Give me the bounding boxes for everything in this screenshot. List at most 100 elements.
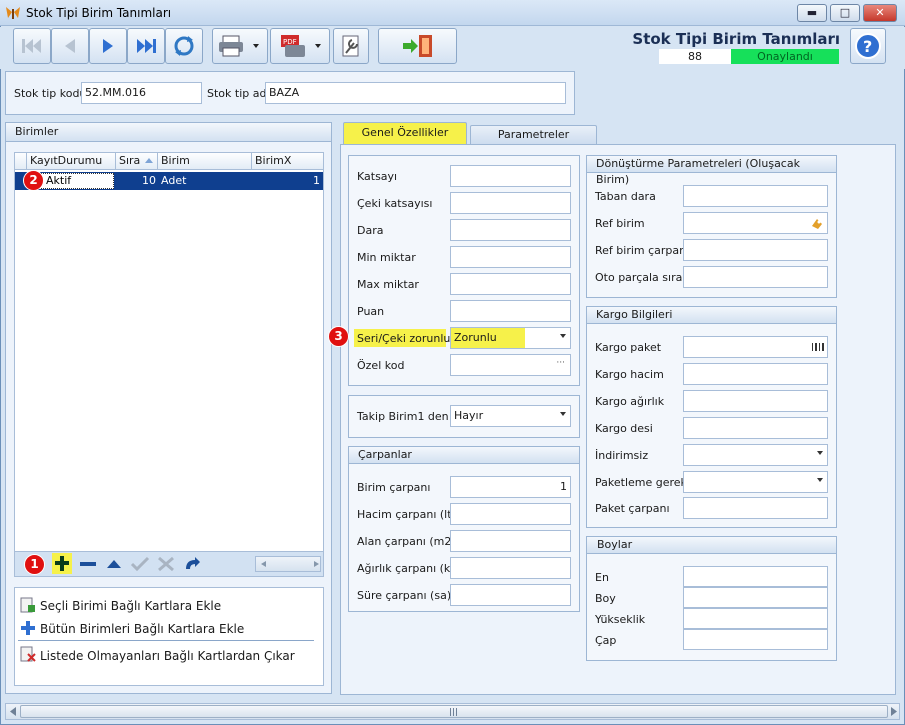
- add-all-icon: [21, 621, 35, 635]
- scroll-right-icon[interactable]: [889, 706, 899, 717]
- alan-carpani-input[interactable]: [450, 530, 571, 552]
- takip-value: Hayır: [454, 409, 484, 422]
- close-button[interactable]: ✕: [863, 4, 897, 22]
- tab-parametreler[interactable]: Parametreler: [470, 125, 597, 144]
- min-miktar-label: Min miktar: [357, 251, 416, 264]
- min-miktar-input[interactable]: [450, 246, 571, 268]
- ref-birim-carpani-input[interactable]: [683, 239, 828, 261]
- ref-birim-input[interactable]: [683, 212, 828, 234]
- first-record-button[interactable]: [13, 28, 51, 64]
- sure-carpani-input[interactable]: [450, 584, 571, 606]
- record-number: 88: [659, 49, 731, 64]
- oto-parca-sira-input[interactable]: [683, 266, 828, 288]
- chevron-down-icon: [817, 478, 823, 482]
- column-birim[interactable]: Birim: [158, 153, 252, 170]
- seri-ceki-select[interactable]: Zorunlu: [450, 327, 571, 349]
- previous-record-button[interactable]: [51, 28, 89, 64]
- print-button[interactable]: [212, 28, 268, 64]
- puan-label: Puan: [357, 305, 385, 318]
- yukseklik-input[interactable]: [683, 608, 828, 629]
- confirm-icon[interactable]: [130, 555, 150, 573]
- scroll-thumb[interactable]: [20, 705, 888, 718]
- annotation-badge-1: 1: [24, 554, 45, 575]
- paket-carpani-input[interactable]: [683, 497, 828, 519]
- takip-select[interactable]: Hayır: [450, 405, 571, 427]
- kargo-hacim-label: Kargo hacim: [595, 368, 664, 381]
- birim-carpani-input[interactable]: 1: [450, 476, 571, 498]
- ozel-kod-label: Özel kod: [357, 359, 405, 372]
- indirimsiz-select[interactable]: [683, 444, 828, 466]
- next-icon: [103, 39, 113, 53]
- katsayi-input[interactable]: [450, 165, 571, 187]
- page-title: Stok Tipi Birim Tanımları: [632, 30, 840, 48]
- help-button[interactable]: ?: [850, 28, 886, 64]
- kargo-paket-input[interactable]: [683, 336, 828, 358]
- printer-icon: [219, 35, 259, 57]
- oto-parca-sira-label: Oto parçala sıra: [595, 271, 683, 284]
- birimler-grid: [14, 152, 324, 577]
- hacim-carpani-input[interactable]: [450, 503, 571, 525]
- boy-input[interactable]: [683, 587, 828, 608]
- last-record-button[interactable]: [127, 28, 165, 64]
- en-input[interactable]: [683, 566, 828, 587]
- birimler-title: Birimler: [6, 123, 331, 142]
- minimize-button[interactable]: ▬: [797, 4, 827, 22]
- cell-sira: 10: [142, 174, 156, 187]
- scroll-left-icon[interactable]: [8, 706, 18, 717]
- stok-tip-kodu-label: Stok tip kodu: [14, 87, 87, 100]
- kargo-agirlik-input[interactable]: [683, 390, 828, 412]
- chevron-down-icon: [560, 412, 566, 416]
- divider: [18, 640, 314, 641]
- remove-row-icon[interactable]: [78, 555, 98, 573]
- ceki-katsayisi-input[interactable]: [450, 192, 571, 214]
- kargo-hacim-input[interactable]: [683, 363, 828, 385]
- settings-button[interactable]: [333, 28, 369, 64]
- cell-birim: Adet: [161, 174, 187, 187]
- add-all-to-cards-link[interactable]: Bütün Birimleri Bağlı Kartlara Ekle: [40, 622, 244, 636]
- ellipsis-button[interactable]: ···: [556, 353, 565, 373]
- cap-input[interactable]: [683, 629, 828, 650]
- ceki-katsayisi-label: Çeki katsayısı: [357, 197, 433, 210]
- grid-indicator-header: [15, 153, 27, 170]
- ref-birim-label: Ref birim: [595, 217, 645, 230]
- column-sira[interactable]: Sıra: [116, 153, 158, 170]
- stok-tip-adi-input[interactable]: BAZA: [265, 82, 566, 104]
- ozel-kod-input[interactable]: ···: [450, 354, 571, 376]
- pdf-export-button[interactable]: PDF: [270, 28, 330, 64]
- agirlik-carpani-input[interactable]: [450, 557, 571, 579]
- svg-text:?: ?: [863, 37, 872, 56]
- tab-genel-ozellikler[interactable]: Genel Özellikler: [343, 122, 467, 144]
- remove-unlisted-from-cards-link[interactable]: Listede Olmayanları Bağlı Kartlardan Çık…: [40, 649, 295, 663]
- paketleme-select[interactable]: [683, 471, 828, 493]
- table-row[interactable]: Aktif 10 Adet 1: [15, 172, 323, 190]
- taban-dara-input[interactable]: [683, 185, 828, 207]
- next-record-button[interactable]: [89, 28, 127, 64]
- column-birimx[interactable]: BirimX: [252, 153, 323, 170]
- lookup-icon[interactable]: [810, 216, 824, 230]
- remove-unlisted-icon: [20, 646, 36, 662]
- maximize-button[interactable]: □: [830, 4, 860, 22]
- paket-carpani-label: Paket çarpanı: [595, 502, 670, 515]
- stok-tip-kodu-input[interactable]: 52.MM.016: [81, 82, 202, 104]
- grid-horizontal-scrollbar[interactable]: [255, 556, 321, 572]
- scroll-arrows-icon: [261, 561, 319, 567]
- cancel-icon[interactable]: [156, 555, 176, 573]
- column-kayitdurumu[interactable]: KayıtDurumu: [27, 153, 116, 170]
- sort-asc-icon: [145, 158, 153, 163]
- redo-icon[interactable]: [182, 555, 202, 573]
- add-selected-to-cards-link[interactable]: Seçli Birimi Bağlı Kartlara Ekle: [40, 599, 221, 613]
- kargo-desi-input[interactable]: [683, 417, 828, 439]
- refresh-button[interactable]: [165, 28, 203, 64]
- move-up-icon[interactable]: [104, 555, 124, 573]
- kargo-paket-label: Kargo paket: [595, 341, 662, 354]
- barcode-icon[interactable]: [812, 342, 824, 352]
- max-miktar-input[interactable]: [450, 273, 571, 295]
- annotation-badge-2: 2: [23, 170, 44, 191]
- exit-button[interactable]: [378, 28, 457, 64]
- indirimsiz-label: İndirimsiz: [595, 449, 649, 462]
- dara-input[interactable]: [450, 219, 571, 241]
- puan-input[interactable]: [450, 300, 571, 322]
- last-record-icon: [137, 39, 156, 53]
- stok-tip-adi-label: Stok tip adı: [207, 87, 270, 100]
- add-row-button[interactable]: [52, 553, 72, 574]
